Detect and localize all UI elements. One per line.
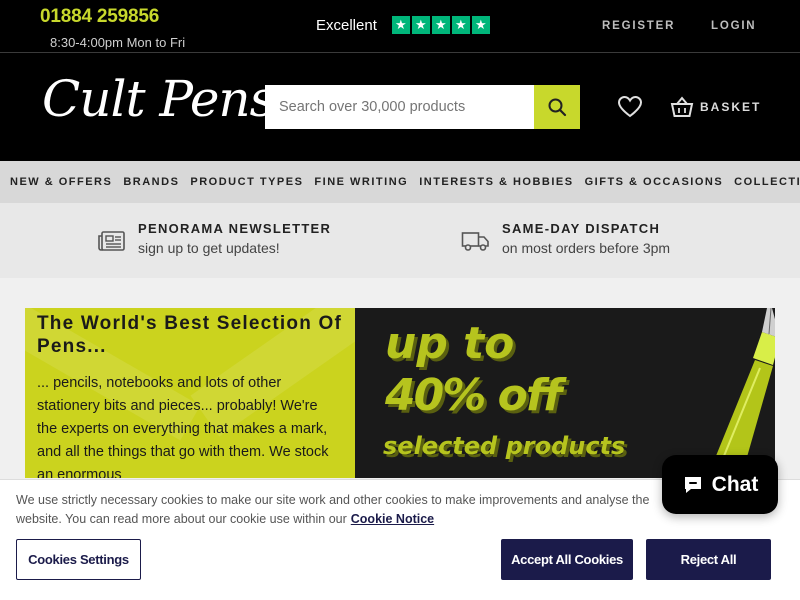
newsletter-title: PENORAMA NEWSLETTER [138,221,332,236]
cookie-notice-link[interactable]: Cookie Notice [351,512,434,526]
nav-item-brands[interactable]: BRANDS [123,176,179,188]
nav-item-gifts-occasions[interactable]: GIFTS & OCCASIONS [585,176,724,188]
reject-all-cookies-button[interactable]: Reject All [646,539,771,580]
newsletter-promo[interactable]: PENORAMA NEWSLETTER sign up to get updat… [97,221,331,256]
wishlist-button[interactable] [617,95,643,124]
newsletter-subtitle: sign up to get updates! [138,240,280,256]
banner-line-1: up to [385,318,515,369]
site-header: Cult Pens BASKET [0,53,800,161]
intro-text: ... pencils, notebooks and lots of other… [37,375,329,478]
chat-label: Chat [711,472,759,496]
trustpilot-stars: ★ ★ ★ ★ ★ [391,16,490,34]
cookie-message-text: We use strictly necessary cookies to mak… [16,493,650,526]
heart-icon [617,95,643,118]
intro-panel: The World's Best Selection Of Pens... ..… [25,308,355,478]
star-icon: ★ [391,16,410,34]
accept-all-cookies-button[interactable]: Accept All Cookies [501,539,633,580]
nav-item-collections[interactable]: COLLECTIONS [734,176,800,188]
delivery-truck-icon [461,232,489,251]
dispatch-title: SAME-DAY DISPATCH [502,221,661,236]
banner-line-2: 40% off [385,370,562,421]
star-icon: ★ [451,16,470,34]
register-link[interactable]: REGISTER [602,20,675,32]
nav-item-fine-writing[interactable]: FINE WRITING [314,176,408,188]
banner-line-3: selected products [383,432,626,460]
dispatch-subtitle: on most orders before 3pm [502,240,671,256]
search-icon [548,98,567,117]
nav-item-product-types[interactable]: PRODUCT TYPES [190,176,303,188]
newspaper-icon [98,231,125,251]
fountain-pen-illustration [707,308,775,478]
phone-number[interactable]: 01884 259856 [40,6,159,28]
sale-banner[interactable]: up to 40% off selected products [355,308,775,478]
chat-button[interactable]: Chat [662,455,778,514]
search-bar [265,85,580,129]
cookie-message: We use strictly necessary cookies to mak… [16,491,676,529]
dispatch-info: SAME-DAY DISPATCH on most orders before … [461,221,670,256]
star-icon: ★ [471,16,490,34]
opening-hours: 8:30-4:00pm Mon to Fri [50,35,186,50]
trustpilot-rating[interactable]: Excellent ★ ★ ★ ★ ★ [316,16,490,34]
trustpilot-label: Excellent [316,16,377,34]
nav-item-new-offers[interactable]: NEW & OFFERS [10,176,112,188]
top-bar: 01884 259856 8:30-4:00pm Mon to Fri Exce… [0,0,800,53]
site-logo[interactable]: Cult Pens [42,61,275,137]
basket-button[interactable]: BASKET [670,96,761,118]
nav-item-interests-hobbies[interactable]: INTERESTS & HOBBIES [419,176,573,188]
basket-label: BASKET [700,100,762,114]
info-strip: PENORAMA NEWSLETTER sign up to get updat… [0,203,800,278]
search-input[interactable] [265,85,534,129]
login-link[interactable]: LOGIN [711,20,756,32]
main-nav: NEW & OFFERS BRANDS PRODUCT TYPES FINE W… [0,161,800,203]
star-icon: ★ [411,16,430,34]
intro-title: The World's Best Selection Of Pens... [37,313,343,357]
star-icon: ★ [431,16,450,34]
chat-bubble-icon [684,476,701,493]
basket-icon [670,96,694,117]
hero-promo: The World's Best Selection Of Pens... ..… [25,308,775,478]
search-button[interactable] [534,85,580,129]
cookies-settings-button[interactable]: Cookies Settings [16,539,141,580]
